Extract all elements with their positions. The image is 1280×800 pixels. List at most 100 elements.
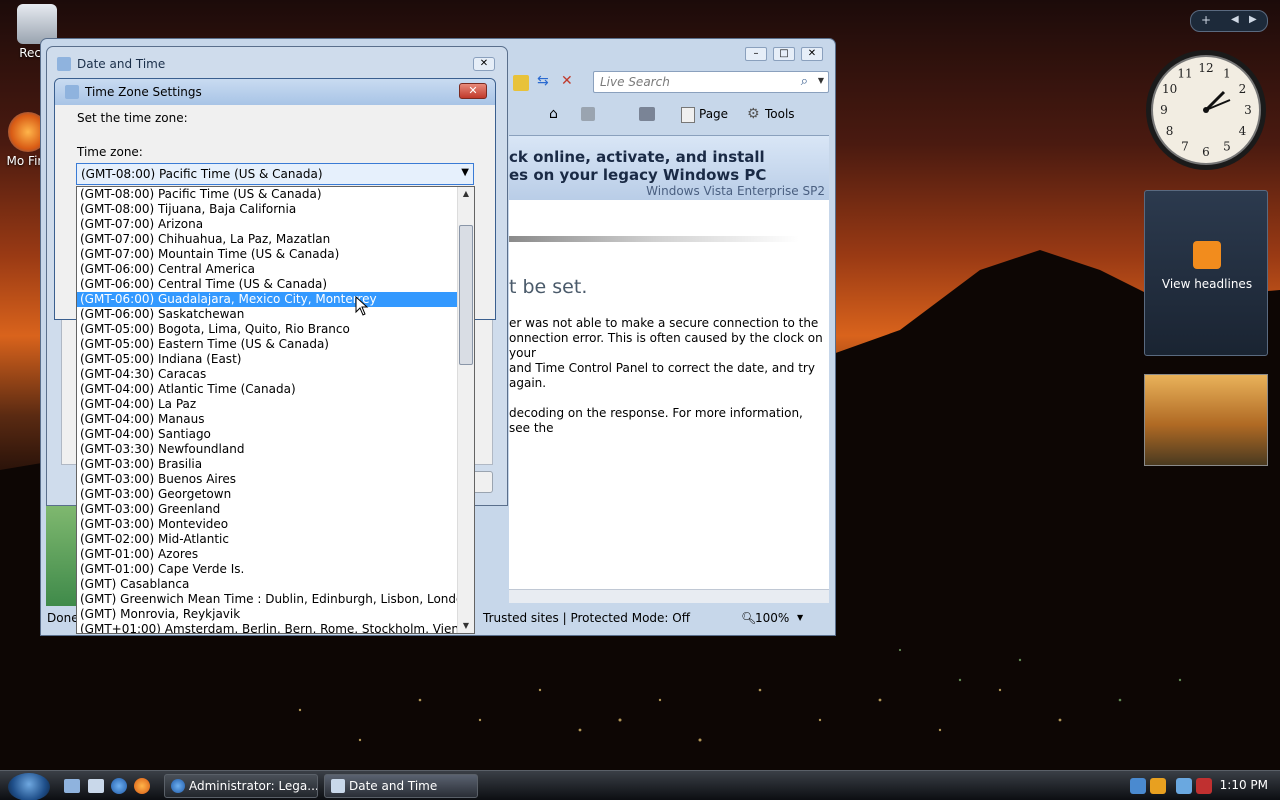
time-zone-option[interactable]: (GMT-03:00) Greenland xyxy=(77,502,457,517)
time-zone-option[interactable]: (GMT-06:00) Central America xyxy=(77,262,457,277)
time-zone-option[interactable]: (GMT-08:00) Pacific Time (US & Canada) xyxy=(77,187,457,202)
scroll-down-icon[interactable]: ▼ xyxy=(458,619,474,633)
view-headlines-label[interactable]: View headlines xyxy=(1145,277,1269,291)
minimize-button[interactable]: – xyxy=(745,47,767,61)
mouse-cursor-icon xyxy=(355,296,369,316)
search-dropdown-icon[interactable]: ▼ xyxy=(818,76,824,85)
close-button[interactable]: ✕ xyxy=(801,47,823,61)
connection-tray-icon[interactable] xyxy=(1176,778,1192,794)
time-zone-option[interactable]: (GMT-01:00) Cape Verde Is. xyxy=(77,562,457,577)
time-zone-option[interactable]: (GMT) Casablanca xyxy=(77,577,457,592)
time-zone-option[interactable]: (GMT-06:00) Saskatchewan xyxy=(77,307,457,322)
date-time-close-button[interactable]: ✕ xyxy=(473,57,495,71)
time-zone-option[interactable]: (GMT-07:00) Chihuahua, La Paz, Mazatlan xyxy=(77,232,457,247)
ie-quicklaunch-icon[interactable] xyxy=(111,778,127,794)
zoom-dropdown-icon[interactable]: ▼ xyxy=(797,613,803,622)
refresh-icon[interactable]: ⇆ xyxy=(537,73,549,89)
search-placeholder: Live Search xyxy=(600,75,670,89)
time-zone-option[interactable]: (GMT-04:30) Caracas xyxy=(77,367,457,382)
security-shield-icon[interactable] xyxy=(1150,778,1166,794)
time-zone-option[interactable]: (GMT-04:00) Atlantic Time (Canada) xyxy=(77,382,457,397)
start-button[interactable] xyxy=(8,773,50,800)
error-title: t be set. xyxy=(509,276,588,298)
time-zone-option[interactable]: (GMT-07:00) Mountain Time (US & Canada) xyxy=(77,247,457,262)
time-zone-option[interactable]: (GMT-06:00) Central Time (US & Canada) xyxy=(77,277,457,292)
search-icon[interactable]: ⌕ xyxy=(801,74,808,89)
date-time-taskbar-icon xyxy=(331,779,345,793)
date-time-icon xyxy=(57,57,71,71)
sidebar-controls: + ◀ ▶ xyxy=(1190,10,1268,32)
time-zone-option[interactable]: (GMT-05:00) Bogota, Lima, Quito, Rio Bra… xyxy=(77,322,457,337)
time-zone-option[interactable]: (GMT-04:00) Santiago xyxy=(77,427,457,442)
stop-icon[interactable]: ✕ xyxy=(561,73,573,89)
clock-number: 1 xyxy=(1223,67,1231,81)
zoom-icon: 🔍︎ xyxy=(741,611,757,625)
time-zone-option[interactable]: (GMT-02:00) Mid-Atlantic xyxy=(77,532,457,547)
time-zone-option[interactable]: (GMT) Greenwich Mean Time : Dublin, Edin… xyxy=(77,592,471,607)
clock-number: 6 xyxy=(1202,145,1210,159)
clock-number: 3 xyxy=(1244,103,1252,117)
volume-muted-icon[interactable] xyxy=(1196,778,1212,794)
clock-number: 8 xyxy=(1166,124,1174,138)
taskbar-clock[interactable]: 1:10 PM xyxy=(1220,778,1268,792)
status-done: Done xyxy=(47,611,79,625)
time-zone-option[interactable]: (GMT-03:30) Newfoundland xyxy=(77,442,457,457)
lock-icon[interactable] xyxy=(513,75,529,91)
clock-number: 4 xyxy=(1239,124,1247,138)
time-zone-label: Time zone: xyxy=(77,145,143,159)
time-zone-option[interactable]: (GMT-03:00) Georgetown xyxy=(77,487,457,502)
tz-close-button[interactable]: ✕ xyxy=(459,83,487,99)
switch-windows-icon[interactable] xyxy=(88,779,104,793)
page-icon xyxy=(681,107,695,123)
time-zone-option[interactable]: (GMT-06:00) Guadalajara, Mexico City, Mo… xyxy=(77,292,457,307)
home-icon[interactable]: ⌂ xyxy=(549,106,558,122)
time-zone-option[interactable]: (GMT-07:00) Arizona xyxy=(77,217,457,232)
status-zone[interactable]: Trusted sites | Protected Mode: Off xyxy=(483,611,690,625)
time-zone-option[interactable]: (GMT-08:00) Tijuana, Baja California xyxy=(77,202,457,217)
scroll-up-icon[interactable]: ▲ xyxy=(458,187,474,201)
feed-headlines-gadget[interactable]: View headlines xyxy=(1144,190,1268,356)
maximize-button[interactable]: □ xyxy=(773,47,795,61)
horizontal-scrollbar[interactable] xyxy=(509,589,829,603)
clock-settings-icon xyxy=(65,85,79,99)
taskbar-button-label: Date and Time xyxy=(349,779,438,793)
clock-number: 11 xyxy=(1177,67,1192,81)
add-gadget-icon[interactable]: + xyxy=(1201,13,1211,27)
next-icon[interactable]: ▶ xyxy=(1249,14,1257,25)
tools-menu[interactable]: Tools xyxy=(765,107,795,121)
prev-icon[interactable]: ◀ xyxy=(1231,14,1239,25)
time-zone-option[interactable]: (GMT-01:00) Azores xyxy=(77,547,457,562)
time-zone-option[interactable]: (GMT-03:00) Buenos Aires xyxy=(77,472,457,487)
time-zone-option[interactable]: (GMT-05:00) Eastern Time (US & Canada) xyxy=(77,337,457,352)
time-zone-option[interactable]: (GMT-03:00) Brasilia xyxy=(77,457,457,472)
taskbar-button-date-time[interactable]: Date and Time xyxy=(324,774,478,798)
time-zone-select[interactable]: (GMT-08:00) Pacific Time (US & Canada) ▼ xyxy=(76,163,474,185)
page-menu[interactable]: Page xyxy=(699,107,728,121)
time-zone-option[interactable]: (GMT-04:00) La Paz xyxy=(77,397,457,412)
time-zone-dropdown-list[interactable]: (GMT-08:00) Pacific Time (US & Canada) (G… xyxy=(76,186,475,634)
status-zoom[interactable]: 100% xyxy=(755,611,789,625)
feeds-icon[interactable] xyxy=(581,107,595,121)
chevron-down-icon[interactable]: ▼ xyxy=(461,167,469,178)
error-line: onnection error. This is often caused by… xyxy=(509,331,823,360)
time-zone-option[interactable]: (GMT) Monrovia, Reykjavik xyxy=(77,607,457,622)
show-desktop-icon[interactable] xyxy=(64,779,80,793)
slideshow-gadget[interactable] xyxy=(1144,374,1268,466)
network-tray-icon[interactable] xyxy=(1130,778,1146,794)
clock-gadget[interactable]: 12 12 3 45678 9 1011 xyxy=(1144,48,1268,172)
time-zone-option[interactable]: (GMT-03:00) Montevideo xyxy=(77,517,457,532)
time-zone-option[interactable]: (GMT-05:00) Indiana (East) xyxy=(77,352,457,367)
taskbar-button-ie[interactable]: Administrator: Lega... xyxy=(164,774,318,798)
date-time-title: Date and Time xyxy=(77,57,166,71)
tz-title: Time Zone Settings xyxy=(85,85,202,99)
search-input[interactable]: Live Search ⌕ ▼ xyxy=(593,71,829,93)
firefox-quicklaunch-icon[interactable] xyxy=(134,778,150,794)
time-zone-option[interactable]: (GMT+01:00) Amsterdam, Berlin, Bern, Rom… xyxy=(77,622,474,633)
scroll-thumb[interactable] xyxy=(459,225,473,365)
banner-line-3: Windows Vista Enterprise SP2 xyxy=(646,184,825,198)
time-zone-selected-value: (GMT-08:00) Pacific Time (US & Canada) xyxy=(81,167,323,181)
ie-content-area: ck online, activate, and install es on y… xyxy=(509,135,829,589)
print-icon[interactable] xyxy=(639,107,655,121)
dropdown-scrollbar[interactable]: ▲ ▼ xyxy=(457,187,474,633)
time-zone-option[interactable]: (GMT-04:00) Manaus xyxy=(77,412,457,427)
